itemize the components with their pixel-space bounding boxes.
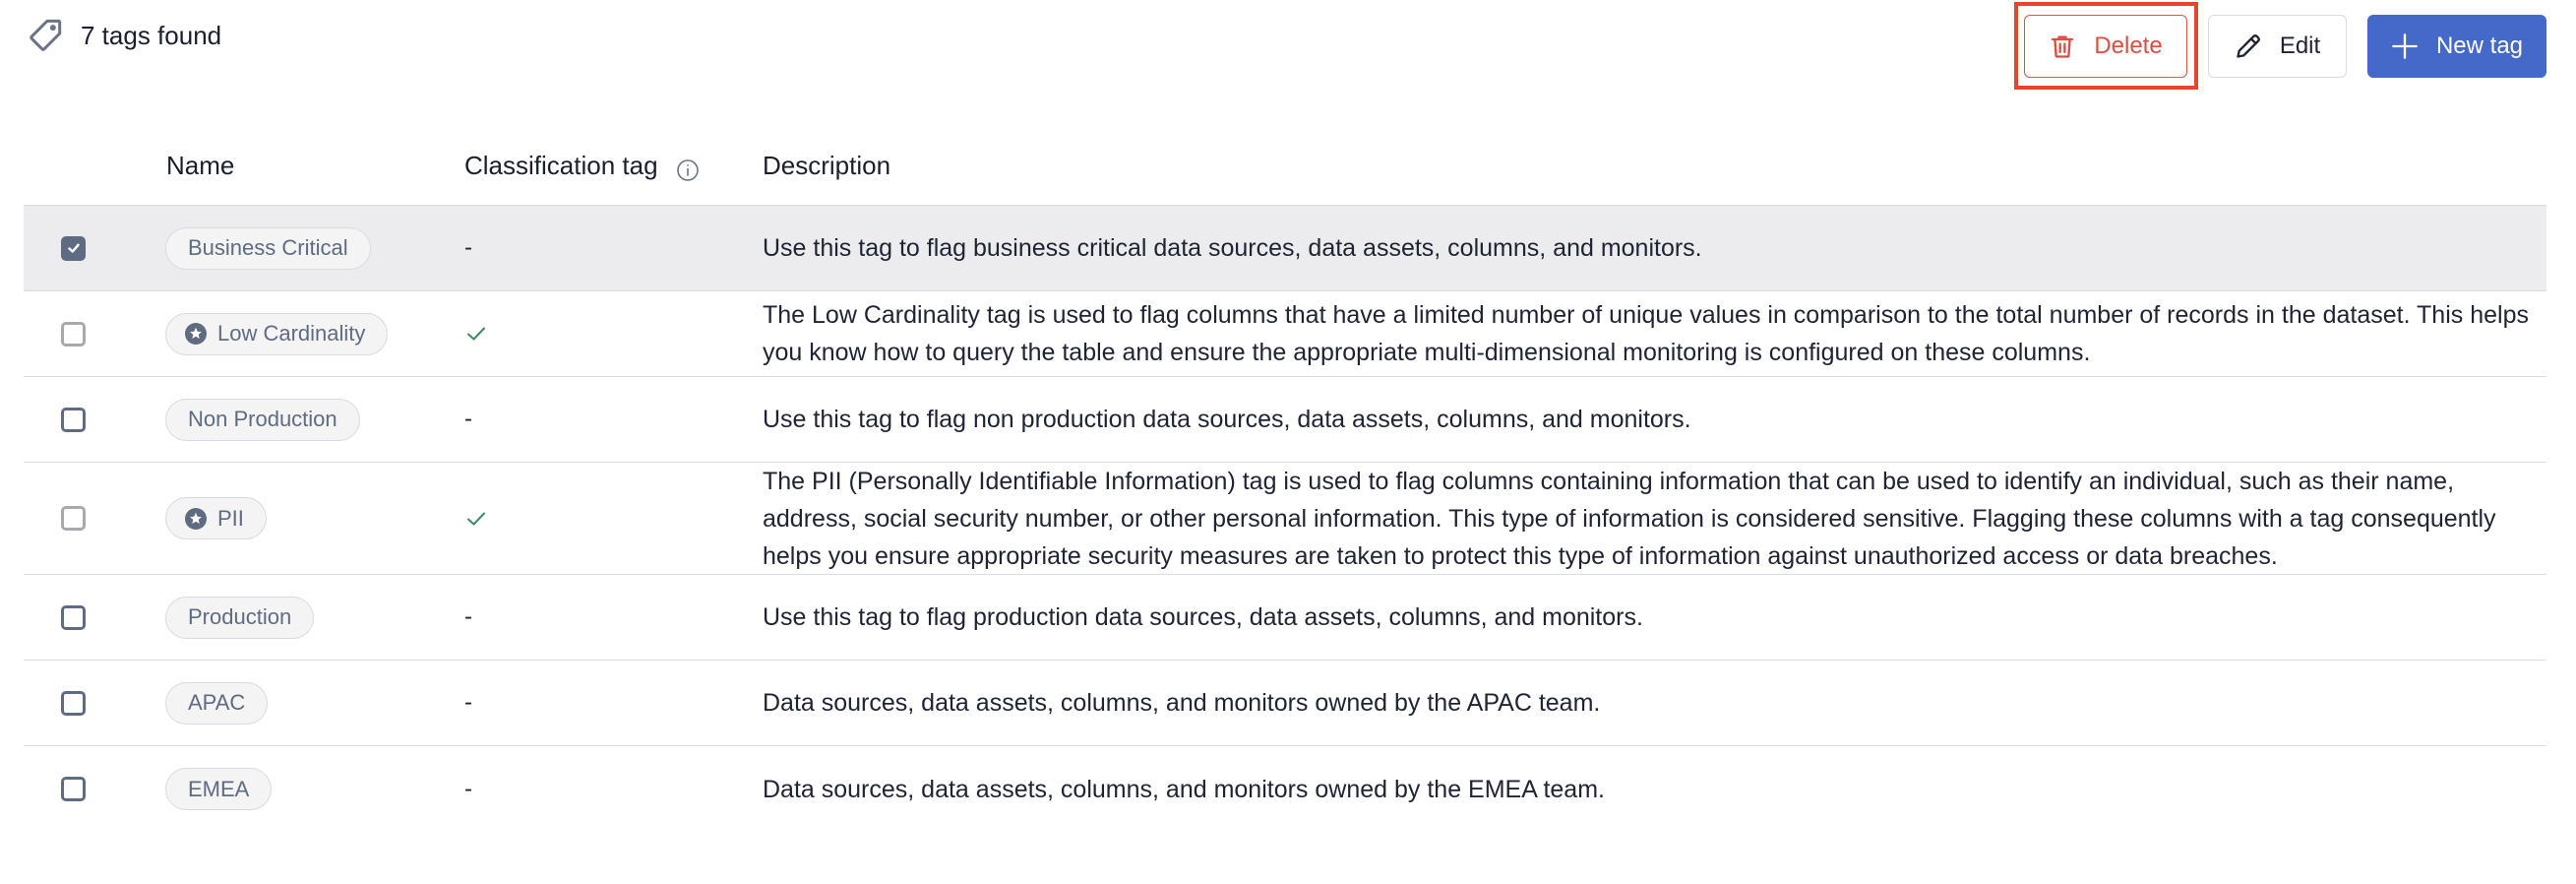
row-checkbox[interactable] [61,506,86,531]
classification-cell: - [464,206,472,290]
name-cell: Low Cardinality [165,291,389,376]
delete-button[interactable]: Delete [2024,15,2187,78]
column-header-description: Description [763,151,891,180]
tag-pill[interactable]: APAC [165,681,269,725]
edit-button-label: Edit [2279,32,2321,59]
table-row[interactable]: APAC - Data sources, data assets, column… [24,661,2546,746]
row-checkbox[interactable] [61,777,86,801]
name-cell: Business Critical [165,206,371,290]
description-cell: The Low Cardinality tag is used to flag … [763,291,2534,376]
classification-cell: - [464,575,472,660]
row-checkbox[interactable] [61,235,86,261]
classification-star-icon [184,507,208,531]
toolbar: 7 tags found Delete Edit New tag [0,0,2576,98]
tag-name: Production [188,604,292,629]
column-header-classification: Classification tag [464,146,700,185]
tag-description: Use this tag to flag business critical d… [763,234,1702,262]
row-checkbox[interactable] [61,321,86,347]
name-cell: Non Production [165,377,360,462]
name-cell: PII [165,463,267,574]
description-cell: Data sources, data assets, columns, and … [763,746,2534,832]
tag-name: Low Cardinality [217,321,366,346]
classification-dash: - [464,234,472,261]
tag-icon [26,16,65,55]
tag-pill[interactable]: Business Critical [165,226,371,270]
table-row[interactable]: Business Critical - Use this tag to flag… [24,206,2546,291]
table-row[interactable]: PII The PII (Personally Identifiable Inf… [24,463,2546,575]
description-cell: Use this tag to flag production data sou… [763,575,2534,660]
description-cell: The PII (Personally Identifiable Informa… [763,463,2534,574]
description-cell: Data sources, data assets, columns, and … [763,661,2534,745]
classification-cell: - [464,746,472,832]
tag-pill[interactable]: Production [165,596,315,639]
tag-name: Business Critical [188,235,348,260]
tag-name: EMEA [188,776,250,801]
row-checkbox-cell [61,463,86,574]
row-checkbox[interactable] [61,604,86,630]
delete-button-label: Delete [2094,32,2163,59]
row-checkbox-cell [61,746,86,832]
row-checkbox-cell [61,661,86,745]
row-checkbox-cell [61,291,86,376]
row-checkbox[interactable] [61,407,86,432]
classification-cell: - [464,377,472,462]
edit-button[interactable]: Edit [2208,15,2347,78]
row-checkbox-cell [61,575,86,660]
classification-dash: - [464,406,472,432]
info-icon[interactable] [676,154,700,181]
checkbox-check-icon [67,243,80,253]
column-header-classification-label: Classification tag [464,151,658,180]
new-tag-button[interactable]: New tag [2367,15,2546,78]
name-cell: EMEA [165,746,273,832]
row-checkbox-cell [61,377,86,462]
table-row[interactable]: Production - Use this tag to flag produc… [24,575,2546,661]
pencil-icon [2237,34,2260,58]
table-row[interactable]: EMEA - Data sources, data assets, column… [24,746,2546,832]
tags-table: Name Classification tag Description Busi… [24,128,2546,832]
tag-pill[interactable]: PII [165,497,267,539]
tag-name: Non Production [188,407,337,431]
tag-description: Use this tag to flag non production data… [763,406,1691,433]
classification-check-icon [464,322,488,346]
tag-pill[interactable]: EMEA [165,768,273,810]
name-cell: Production [165,575,315,660]
table-row[interactable]: Non Production - Use this tag to flag no… [24,377,2546,463]
trash-icon [2052,35,2074,58]
description-cell: Use this tag to flag non production data… [763,377,2534,462]
column-header-name[interactable]: Name [166,146,234,185]
row-checkbox[interactable] [61,690,86,716]
classification-dash: - [464,775,472,802]
classification-dash: - [464,603,472,630]
tag-description: Data sources, data assets, columns, and … [763,775,1605,803]
tag-description: The PII (Personally Identifiable Informa… [763,467,2496,570]
tags-count: 7 tags found [26,16,221,55]
tag-name: APAC [188,690,246,715]
table-row[interactable]: Low Cardinality The Low Cardinality tag … [24,291,2546,377]
table-header: Name Classification tag Description [24,128,2546,206]
tag-name: PII [217,505,244,531]
tag-description: Use this tag to flag production data sou… [763,603,1643,631]
name-cell: APAC [165,661,269,745]
tag-description: The Low Cardinality tag is used to flag … [763,301,2529,366]
description-cell: Use this tag to flag business critical d… [763,206,2534,290]
table-body: Business Critical - Use this tag to flag… [24,206,2546,832]
classification-cell [464,463,488,574]
plus-icon [2392,33,2418,59]
classification-check-icon [464,507,488,531]
new-tag-button-label: New tag [2435,32,2524,59]
classification-cell [464,291,488,376]
tag-pill[interactable]: Non Production [165,398,360,441]
tags-count-label: 7 tags found [81,20,222,50]
row-checkbox-cell [61,206,86,290]
classification-star-icon [184,322,208,346]
classification-cell: - [464,661,472,745]
tag-description: Data sources, data assets, columns, and … [763,689,1601,717]
tag-pill[interactable]: Low Cardinality [165,312,389,355]
classification-dash: - [464,689,472,716]
